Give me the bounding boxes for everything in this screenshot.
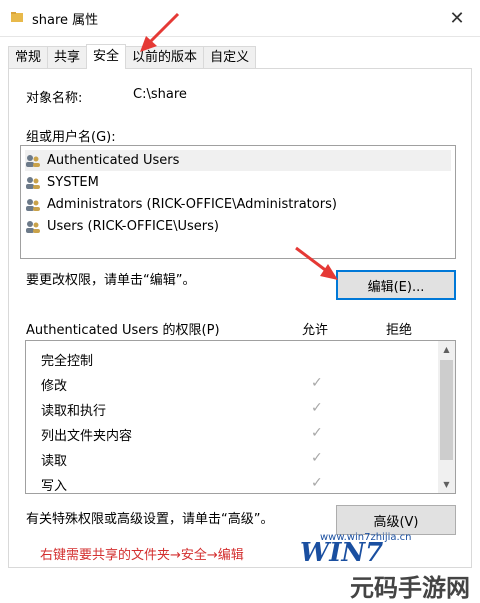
check-icon: ✓ <box>311 425 323 441</box>
tab-strip: 常规 共享 安全 以前的版本 自定义 <box>8 44 257 69</box>
allow-header: 允许 <box>302 323 329 338</box>
groups-label: 组或用户名(G): <box>26 130 116 145</box>
permission-name: 写入 <box>41 479 68 494</box>
edit-hint: 要更改权限，请单击“编辑”。 <box>26 273 196 288</box>
permissions-title: Authenticated Users 的权限(P) <box>26 323 220 338</box>
advanced-button[interactable]: 高级(V) <box>336 505 456 535</box>
table-row: 读取 ✓ <box>26 446 436 471</box>
title-bar: share 属性 ✕ <box>0 0 480 37</box>
users-icon <box>26 198 40 211</box>
scroll-down-icon[interactable]: ▼ <box>438 476 455 493</box>
list-item-label: Authenticated Users <box>47 153 180 168</box>
tab-general[interactable]: 常规 <box>8 46 49 69</box>
tab-security[interactable]: 安全 <box>86 44 127 69</box>
table-row: 完全控制 <box>26 346 436 371</box>
annotation-note: 右键需要共享的文件夹→安全→编辑 <box>40 548 244 563</box>
list-item[interactable]: Administrators (RICK-OFFICE\Administrato… <box>25 194 337 215</box>
scrollbar[interactable]: ▲ ▼ <box>438 341 455 493</box>
object-name-label: 对象名称: <box>26 91 83 106</box>
list-item-label: Administrators (RICK-OFFICE\Administrato… <box>47 197 337 212</box>
watermark-logo: WIN7 <box>300 538 384 568</box>
scroll-up-icon[interactable]: ▲ <box>438 341 455 358</box>
object-name-value: C:\share <box>133 87 187 102</box>
permission-name: 读取 <box>41 454 68 469</box>
deny-header: 拒绝 <box>386 323 413 338</box>
groups-list[interactable]: Authenticated Users SYSTEM Administrator… <box>20 145 456 259</box>
list-item-label: Users (RICK-OFFICE\Users) <box>47 219 219 234</box>
users-icon <box>26 176 40 189</box>
users-icon <box>26 220 40 233</box>
close-button[interactable]: ✕ <box>440 4 474 32</box>
table-row: 修改 ✓ <box>26 371 436 396</box>
tab-previous-versions[interactable]: 以前的版本 <box>125 46 205 69</box>
edit-button[interactable]: 编辑(E)... <box>336 270 456 300</box>
table-row: 列出文件夹内容 ✓ <box>26 421 436 446</box>
permission-name: 完全控制 <box>41 354 94 369</box>
list-item[interactable]: Users (RICK-OFFICE\Users) <box>25 216 219 237</box>
scroll-thumb[interactable] <box>440 360 453 460</box>
permission-name: 读取和执行 <box>41 404 107 419</box>
window-title: share 属性 <box>32 13 99 28</box>
permission-name: 修改 <box>41 379 68 394</box>
watermark-site: 元码手游网 <box>350 574 470 602</box>
permissions-list: 完全控制 修改 ✓ 读取和执行 ✓ 列出文件夹内容 ✓ 读取 ✓ 写入 ✓ ▲ … <box>25 340 456 494</box>
users-icon <box>26 154 40 167</box>
list-item-label: SYSTEM <box>47 175 99 190</box>
check-icon: ✓ <box>311 400 323 416</box>
check-icon: ✓ <box>311 475 323 491</box>
table-row: 写入 ✓ <box>26 471 436 494</box>
check-icon: ✓ <box>311 450 323 466</box>
tab-customize[interactable]: 自定义 <box>203 46 257 69</box>
advanced-hint: 有关特殊权限或高级设置，请单击“高级”。 <box>26 512 274 527</box>
list-item[interactable]: SYSTEM <box>25 172 99 193</box>
list-item[interactable]: Authenticated Users <box>25 150 451 171</box>
permission-name: 列出文件夹内容 <box>41 429 133 444</box>
tab-sharing[interactable]: 共享 <box>47 46 88 69</box>
table-row: 读取和执行 ✓ <box>26 396 436 421</box>
folder-icon <box>11 12 23 22</box>
check-icon: ✓ <box>311 375 323 391</box>
